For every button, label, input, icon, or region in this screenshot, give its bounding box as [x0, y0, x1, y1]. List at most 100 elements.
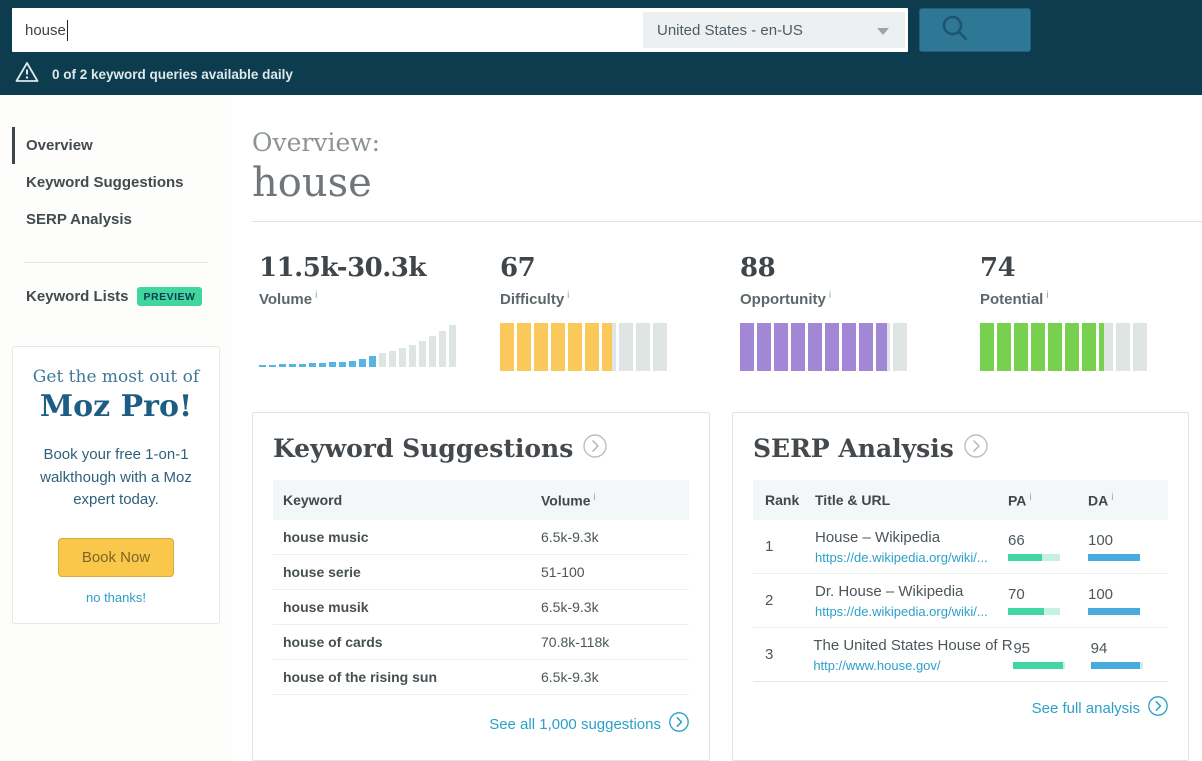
- search-button[interactable]: [919, 8, 1031, 52]
- volume-histogram-bar: [279, 364, 286, 367]
- locale-select-value: United States - en-US: [657, 22, 803, 39]
- no-thanks-link[interactable]: no thanks!: [27, 590, 205, 605]
- keyword-lists-label: Keyword Lists: [26, 288, 129, 305]
- chevron-circle-icon: [669, 712, 689, 737]
- sidebar: OverviewKeyword SuggestionsSERP Analysis…: [0, 95, 232, 761]
- opportunity-meter: [740, 323, 907, 371]
- quota-warning: 0 of 2 keyword queries available daily: [12, 61, 1190, 88]
- quota-warning-text: 0 of 2 keyword queries available daily: [52, 67, 293, 82]
- sidebar-divider: [24, 262, 208, 263]
- table-row: house of the rising sun6.5k-9.3k: [273, 660, 689, 695]
- see-full-analysis-link[interactable]: See full analysis: [753, 696, 1168, 721]
- keyword-cell: house serie: [273, 564, 541, 580]
- topbar: house United States - en-US: [0, 0, 1202, 95]
- column-header-da: DA: [1088, 492, 1108, 508]
- info-icon[interactable]: i: [1111, 492, 1113, 503]
- sidebar-nav: OverviewKeyword SuggestionsSERP Analysis: [0, 127, 232, 238]
- locale-select[interactable]: United States - en-US: [643, 12, 905, 48]
- volume-histogram-bar: [439, 331, 446, 367]
- table-row: house of cards70.8k-118k: [273, 625, 689, 660]
- metric-potential: 74 Potentiali: [980, 253, 1202, 371]
- volume-histogram-bar: [309, 363, 316, 367]
- serp-analysis-table: 1House – Wikipediahttps://de.wikipedia.o…: [753, 520, 1168, 682]
- table-row: 2Dr. House – Wikipedia https://de.wikiped…: [753, 574, 1168, 628]
- info-icon[interactable]: i: [567, 290, 569, 301]
- volume-histogram-bar: [319, 363, 326, 367]
- info-icon[interactable]: i: [1029, 492, 1031, 503]
- see-all-suggestions-link[interactable]: See all 1,000 suggestions: [273, 712, 689, 737]
- table-row: house serie51-100: [273, 555, 689, 590]
- da-bar: [1088, 608, 1140, 615]
- sidebar-item-keyword-suggestions[interactable]: Keyword Suggestions: [12, 164, 232, 201]
- pa-bar: [1008, 608, 1060, 615]
- volume-cell: 6.5k-9.3k: [541, 599, 689, 615]
- keyword-suggestions-header: Keyword Volumei: [273, 480, 689, 520]
- difficulty-meter: [500, 323, 667, 371]
- info-icon[interactable]: i: [829, 290, 831, 301]
- pa-bar: [1013, 662, 1065, 669]
- metrics-row: 11.5k-30.3k Volumei 67 Difficultyi 88 Op…: [252, 253, 1202, 371]
- result-url-link[interactable]: https://de.wikipedia.org/wiki/...: [815, 550, 1008, 565]
- search-icon: [940, 13, 970, 48]
- rank-cell: 2: [753, 592, 815, 609]
- opportunity-value: 88: [740, 253, 980, 283]
- serp-analysis-header: Rank Title & URL PAi DAi: [753, 480, 1168, 520]
- volume-value: 11.5k-30.3k: [259, 253, 500, 283]
- moz-keyword-explorer-page: house United States - en-US: [0, 0, 1202, 761]
- preview-badge: PREVIEW: [137, 287, 203, 306]
- da-value: 94: [1091, 640, 1168, 657]
- potential-label: Potential: [980, 291, 1043, 308]
- sidebar-item-serp-analysis[interactable]: SERP Analysis: [12, 201, 232, 238]
- volume-histogram-bar: [339, 362, 346, 367]
- da-bar: [1088, 554, 1140, 561]
- warning-icon: [15, 61, 39, 88]
- book-now-button[interactable]: Book Now: [58, 538, 174, 577]
- divider: [252, 221, 1202, 222]
- pa-value: 95: [1013, 640, 1090, 657]
- info-icon[interactable]: i: [1046, 290, 1048, 301]
- volume-histogram-bar: [289, 364, 296, 367]
- volume-label: Volume: [259, 291, 312, 308]
- da-value: 100: [1088, 586, 1168, 603]
- keyword-cell: house of the rising sun: [273, 669, 541, 685]
- keyword-suggestions-card: Keyword Suggestions Keyword Volumei hous…: [252, 412, 710, 761]
- rank-cell: 1: [753, 538, 815, 555]
- metric-difficulty: 67 Difficultyi: [500, 253, 740, 371]
- volume-cell: 70.8k-118k: [541, 634, 689, 650]
- promo-heading-line1: Get the most out of: [27, 367, 205, 387]
- result-url-link[interactable]: http://www.house.gov/: [813, 658, 1013, 673]
- rank-cell: 3: [753, 646, 813, 663]
- volume-histogram-bar: [389, 351, 396, 367]
- chevron-circle-icon[interactable]: [964, 434, 988, 463]
- volume-histogram-bar: [329, 362, 336, 367]
- result-title: The United States House of R...: [813, 637, 1013, 654]
- potential-value: 74: [980, 253, 1202, 283]
- main-content: Overview: house 11.5k-30.3k Volumei 67 D…: [232, 95, 1202, 761]
- volume-histogram-bar: [299, 364, 306, 367]
- volume-cell: 6.5k-9.3k: [541, 669, 689, 685]
- volume-histogram-bar: [379, 353, 386, 367]
- table-row: house music6.5k-9.3k: [273, 520, 689, 555]
- keyword-suggestions-title: Keyword Suggestions: [273, 434, 573, 463]
- table-row: 1House – Wikipediahttps://de.wikipedia.o…: [753, 520, 1168, 574]
- da-value: 100: [1088, 532, 1168, 549]
- metric-opportunity: 88 Opportunityi: [740, 253, 980, 371]
- result-url-link[interactable]: https://de.wikipedia.org/wiki/...: [815, 604, 1008, 619]
- chevron-circle-icon: [1148, 696, 1168, 721]
- serp-analysis-card: SERP Analysis Rank Title & URL PAi DAi 1…: [732, 412, 1189, 761]
- info-icon[interactable]: i: [594, 492, 596, 503]
- chevron-circle-icon[interactable]: [583, 434, 607, 463]
- keyword-cell: house musik: [273, 599, 541, 615]
- sidebar-item-keyword-lists[interactable]: Keyword Lists PREVIEW: [26, 287, 232, 306]
- pa-bar: [1008, 554, 1060, 561]
- info-icon[interactable]: i: [315, 290, 317, 301]
- result-title: Dr. House – Wikipedia: [815, 583, 1008, 600]
- sidebar-item-overview[interactable]: Overview: [12, 127, 232, 164]
- difficulty-label: Difficulty: [500, 291, 564, 308]
- keyword-cell: house of cards: [273, 634, 541, 650]
- volume-histogram-bar: [449, 325, 456, 367]
- volume-histogram-bar: [409, 345, 416, 367]
- search-input[interactable]: house United States - en-US: [12, 8, 908, 52]
- column-header-title-url: Title & URL: [815, 492, 1008, 508]
- volume-histogram-bar: [429, 336, 436, 367]
